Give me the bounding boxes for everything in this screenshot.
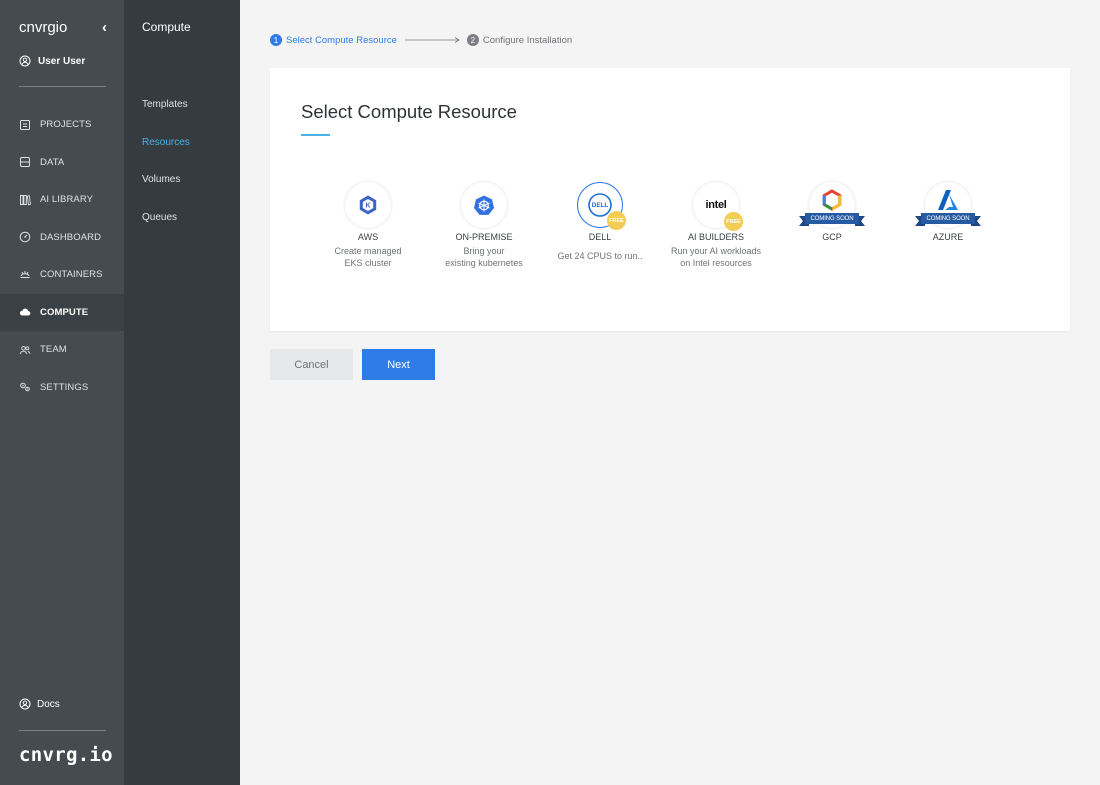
resource-name: DELL xyxy=(588,232,612,242)
cloud-icon xyxy=(19,306,31,318)
azure-icon: COMING SOON xyxy=(915,182,981,228)
projects-icon xyxy=(19,119,31,131)
main-sidebar: cnvrgio ‹ User User PROJECTS DATA AI LIB… xyxy=(0,0,124,785)
resource-name: AWS xyxy=(357,232,379,242)
resource-aws[interactable]: K AWS Create managed EKS cluster xyxy=(313,182,423,269)
subnav-item-queues[interactable]: Queues xyxy=(142,199,190,237)
subnav-title: Compute xyxy=(142,20,191,34)
resource-name: ON-PREMISE xyxy=(455,232,513,242)
nav-item-dashboard[interactable]: DASHBOARD xyxy=(0,219,124,257)
sidebar-divider-bottom xyxy=(19,730,106,731)
cancel-button[interactable]: Cancel xyxy=(270,349,353,380)
nav-label: SETTINGS xyxy=(40,381,89,393)
subnav-list: Templates Resources Volumes Queues xyxy=(142,86,190,236)
sidebar-divider xyxy=(19,86,106,87)
resource-name: GCP xyxy=(822,232,842,242)
team-icon xyxy=(19,344,31,356)
step-2-number: 2 xyxy=(466,34,479,46)
docs-icon xyxy=(19,698,31,710)
compute-subnav: Compute Templates Resources Volumes Queu… xyxy=(124,0,240,785)
wizard-stepper: 1 Select Compute Resource 2 Configure In… xyxy=(270,34,572,46)
resource-gcp[interactable]: COMING SOON GCP xyxy=(777,182,887,242)
data-icon xyxy=(19,156,31,168)
next-button[interactable]: Next xyxy=(362,349,435,380)
containers-icon xyxy=(19,269,31,281)
step-arrow-icon xyxy=(404,37,460,43)
subnav-item-resources[interactable]: Resources xyxy=(142,124,190,162)
card-title: Select Compute Resource xyxy=(301,101,517,122)
resource-desc: Run your AI workloads on Intel resources xyxy=(670,246,762,268)
collapse-sidebar-icon[interactable]: ‹ xyxy=(102,19,107,36)
coming-soon-ribbon: COMING SOON xyxy=(915,213,981,226)
resource-ai-builders[interactable]: intel FREE AI BUILDERS Run your AI workl… xyxy=(661,182,771,269)
brand-row: cnvrgio ‹ xyxy=(19,19,107,36)
dashboard-icon xyxy=(19,231,31,243)
resource-name: AZURE xyxy=(932,232,964,242)
subnav-item-templates[interactable]: Templates xyxy=(142,86,190,124)
eks-icon: K xyxy=(345,182,391,228)
user-name: User User xyxy=(38,55,86,67)
step-2-label: Configure Installation xyxy=(482,34,573,46)
step-1-label[interactable]: Select Compute Resource xyxy=(286,35,397,46)
resource-azure[interactable]: COMING SOON AZURE xyxy=(893,182,1003,242)
docs-link[interactable]: Docs xyxy=(19,698,60,710)
nav-item-containers[interactable]: CONTAINERS xyxy=(0,256,124,294)
coming-soon-ribbon: COMING SOON xyxy=(799,213,865,226)
step-1-number: 1 xyxy=(270,34,282,46)
cnvrg-logo: cnvrg.io xyxy=(19,744,113,766)
intel-logo-text: intel xyxy=(705,199,727,211)
settings-icon xyxy=(19,381,31,393)
user-menu[interactable]: User User xyxy=(19,55,85,67)
select-resource-card: Select Compute Resource K AWS Create man… xyxy=(270,68,1070,331)
nav-item-settings[interactable]: SETTINGS xyxy=(0,369,124,407)
nav-item-ai-library[interactable]: AI LIBRARY xyxy=(0,181,124,219)
kubernetes-icon xyxy=(461,182,507,228)
nav-item-data[interactable]: DATA xyxy=(0,144,124,182)
free-badge: FREE xyxy=(724,212,743,231)
nav-label: PROJECTS xyxy=(40,119,92,131)
docs-label: Docs xyxy=(37,698,60,710)
svg-text:DELL: DELL xyxy=(592,202,609,209)
brand-name: cnvrgio xyxy=(19,19,68,36)
nav-label: COMPUTE xyxy=(40,306,89,318)
resource-name: AI BUILDERS xyxy=(687,232,745,242)
ai-library-icon xyxy=(19,194,31,206)
nav-label: CONTAINERS xyxy=(40,269,103,281)
resource-on-premise[interactable]: ON-PREMISE Bring your existing kubernetes xyxy=(429,182,539,269)
nav-label: TEAM xyxy=(40,344,67,356)
user-avatar-icon xyxy=(19,55,31,67)
nav-item-projects[interactable]: PROJECTS xyxy=(0,106,124,144)
main-nav: PROJECTS DATA AI LIBRARY DASHBOARD CONTA… xyxy=(0,106,124,406)
intel-logo: intel FREE xyxy=(693,182,743,231)
dell-logo: DELL FREE xyxy=(577,182,626,230)
nav-item-compute[interactable]: COMPUTE xyxy=(0,293,124,331)
nav-label: AI LIBRARY xyxy=(40,194,94,206)
resource-desc: Create managed EKS cluster xyxy=(334,246,402,268)
gcp-icon: COMING SOON xyxy=(799,182,865,228)
nav-item-team[interactable]: TEAM xyxy=(0,331,124,369)
free-badge: FREE xyxy=(607,211,626,230)
resource-dell[interactable]: DELL FREE DELL Get 24 CPUS to run.. xyxy=(545,182,655,262)
subnav-item-volumes[interactable]: Volumes xyxy=(142,161,190,199)
title-underline xyxy=(301,134,330,136)
resource-desc: Bring your existing kubernetes xyxy=(445,246,523,268)
resource-desc: Get 24 CPUS to run.. xyxy=(557,251,643,261)
nav-label: DATA xyxy=(40,156,65,168)
svg-text:K: K xyxy=(365,203,370,210)
nav-label: DASHBOARD xyxy=(40,231,102,243)
